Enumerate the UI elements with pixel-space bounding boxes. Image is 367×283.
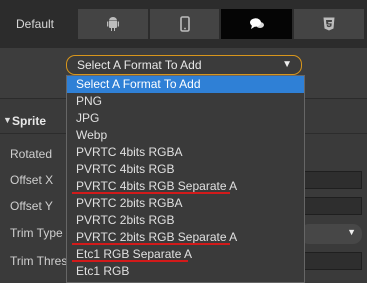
annotation-underline	[72, 243, 230, 245]
annotation-underline	[72, 192, 230, 194]
offset-y-label: Offset Y	[10, 199, 53, 213]
option-etc1-rgb[interactable]: Etc1 RGB	[67, 263, 304, 280]
rotated-label: Rotated	[10, 147, 53, 161]
trim-threshold-field[interactable]	[300, 252, 362, 270]
sprite-section-title: Sprite	[12, 114, 47, 128]
option-pvrtc-2bits-rgba[interactable]: PVRTC 2bits RGBA	[67, 195, 304, 212]
trim-type-label: Trim Type	[10, 226, 63, 240]
tab-android[interactable]	[78, 9, 148, 39]
tab-mobile[interactable]	[150, 9, 219, 39]
tab-html5[interactable]	[294, 9, 364, 39]
annotation-underline	[72, 260, 188, 262]
format-dropdown-list: Select A Format To Add PNG JPG Webp PVRT…	[66, 75, 305, 283]
option-jpg[interactable]: JPG	[67, 110, 304, 127]
html5-icon	[323, 17, 335, 31]
collapse-triangle-icon: ▼	[3, 115, 12, 125]
option-pvrtc-2bits-rgb[interactable]: PVRTC 2bits RGB	[67, 212, 304, 229]
format-select-value: Select A Format To Add	[77, 58, 202, 72]
chat-bubbles-icon	[249, 17, 265, 31]
tab-default[interactable]: Default	[0, 9, 70, 39]
format-select[interactable]: Select A Format To Add ▼	[66, 55, 302, 75]
option-select-format[interactable]: Select A Format To Add	[67, 76, 304, 93]
tab-chat[interactable]	[221, 9, 292, 39]
offset-y-field[interactable]	[300, 197, 362, 215]
chevron-down-icon: ▼	[282, 59, 292, 70]
chevron-down-icon: ▼	[347, 227, 356, 237]
trim-type-select[interactable]: ▼	[300, 224, 362, 244]
option-pvrtc-4bits-rgb[interactable]: PVRTC 4bits RGB	[67, 161, 304, 178]
option-webp[interactable]: Webp	[67, 127, 304, 144]
offset-x-label: Offset X	[10, 173, 54, 187]
option-pvrtc-4bits-rgba[interactable]: PVRTC 4bits RGBA	[67, 144, 304, 161]
option-png[interactable]: PNG	[67, 93, 304, 110]
android-icon	[106, 16, 120, 32]
trim-threshold-label: Trim Thres	[10, 254, 68, 268]
mobile-phone-icon	[179, 16, 190, 32]
offset-x-field[interactable]	[300, 171, 362, 189]
